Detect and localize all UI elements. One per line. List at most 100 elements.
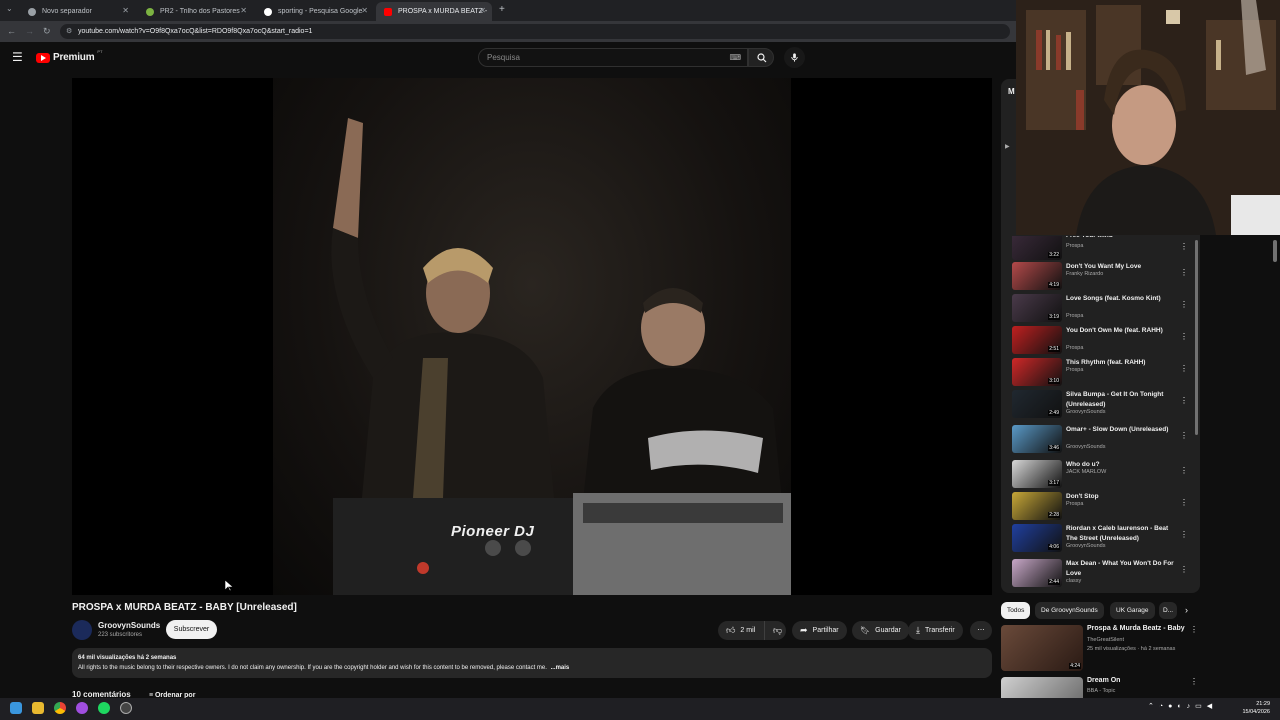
chip-de-groovynsounds[interactable]: De GroovynSounds (1035, 602, 1104, 619)
playlist-thumbnail[interactable]: 2:51 (1012, 326, 1062, 354)
taskbar-clock[interactable]: 21:29 15/04/2026 (1242, 700, 1270, 716)
like-button[interactable]: 👍︎ 2 mil (718, 621, 764, 640)
tray-icon[interactable]: ◔ (1159, 703, 1168, 710)
playlist-item[interactable]: 2:51 You Don't Own Me (feat. RAHH) Prospa ⋮ (1012, 326, 1188, 356)
chevron-right-icon[interactable]: › (1185, 605, 1188, 615)
playlist-thumbnail[interactable]: 4:06 (1012, 524, 1062, 552)
playlist-thumbnail[interactable]: 3:19 (1012, 294, 1062, 322)
share-button[interactable]: ➦ Partilhar (792, 621, 847, 640)
playlist-thumbnail[interactable]: 3:17 (1012, 460, 1062, 488)
playlist-scrollbar[interactable] (1195, 240, 1198, 435)
playlist-item[interactable]: 4:06 Riordan x Caleb laurenson - Beat The… (1012, 524, 1188, 554)
tab-youtube[interactable]: PROSPA x MURDA BEATZ - ✕ (376, 2, 492, 21)
save-button[interactable]: 🔖︎ Guardar (852, 621, 909, 640)
playlist-thumbnail[interactable]: 3:22 (1012, 236, 1062, 260)
chevron-up-icon[interactable]: ⌃ (1148, 703, 1159, 710)
mic-icon[interactable]: ♪ (1187, 703, 1196, 710)
chip-more[interactable]: D... (1159, 602, 1177, 619)
more-icon[interactable]: ⋮ (1180, 498, 1188, 507)
chip-todos[interactable]: Todos (1001, 602, 1031, 619)
recommendation-thumbnail[interactable]: 4:24 (1001, 625, 1083, 671)
close-icon[interactable]: ✕ (361, 6, 368, 15)
description-box[interactable]: 64 mil visualizações há 2 semanas All ri… (72, 648, 992, 678)
windows-start-icon[interactable] (10, 702, 22, 714)
more-icon[interactable]: ⋮ (1180, 565, 1188, 574)
tab-novo-separador[interactable]: Novo separador ✕ (20, 2, 135, 21)
messenger-icon[interactable] (76, 702, 88, 714)
more-icon[interactable]: ⋮ (1180, 332, 1188, 341)
more-icon[interactable]: ⋮ (1180, 431, 1188, 440)
playlist-item[interactable]: 3:19 Love Songs (feat. Kosmo Kint) Prospa ⋮ (1012, 294, 1188, 324)
forward-icon[interactable]: → (25, 26, 34, 36)
voice-search-button[interactable] (784, 47, 805, 68)
more-icon[interactable]: ⋮ (1180, 300, 1188, 309)
playlist-item[interactable]: 4:19 Don't You Want My Love Franky Rizardo… (1012, 262, 1188, 292)
more-icon[interactable]: ⋮ (1180, 396, 1188, 405)
volume-icon[interactable]: ◀ (1207, 703, 1217, 710)
url-field[interactable]: ⚙ youtube.com/watch?v=O9f8Qxa7ocQ&list=R… (60, 24, 1010, 39)
more-actions-button[interactable]: ⋯ (970, 621, 992, 640)
more-icon[interactable]: ⋮ (1190, 625, 1198, 634)
app-icon[interactable] (120, 702, 132, 714)
playlist-thumbnail[interactable]: 3:10 (1012, 358, 1062, 386)
spotify-icon[interactable] (98, 702, 110, 714)
page-scrollbar[interactable] (1273, 240, 1277, 262)
tab-sporting[interactable]: sporting - Pesquisa Google ✕ (256, 2, 374, 21)
more-icon[interactable]: ⋮ (1180, 364, 1188, 373)
playlist-item[interactable]: 3:22 Free Your Mind Prospa ⋮ (1012, 236, 1188, 260)
playlist-item[interactable]: 2:49 Silva Bumpa - Get It On Tonight (Unr… (1012, 390, 1188, 420)
channel-avatar[interactable] (72, 620, 92, 640)
subscribe-button[interactable]: Subscrever (166, 620, 217, 639)
reload-icon[interactable]: ↻ (43, 26, 51, 37)
more-icon[interactable]: ⋮ (1190, 677, 1198, 686)
playlist-thumbnail[interactable]: 4:19 (1012, 262, 1062, 290)
tray-icon[interactable]: ◐ (1177, 703, 1186, 710)
search-input[interactable]: Pesquisa ⌨ (478, 48, 748, 67)
video-player[interactable]: Pioneer DJ (72, 78, 992, 595)
playlist-expand-icon[interactable]: ▶ (1005, 143, 1010, 150)
tray-icon[interactable]: ● (1168, 703, 1177, 710)
video-frame[interactable]: Pioneer DJ (273, 78, 791, 595)
back-icon[interactable]: ← (7, 26, 16, 36)
dislike-button[interactable]: 👎︎ (764, 621, 786, 640)
playlist-item[interactable]: 2:44 Max Dean - What You Won't Do For Lov… (1012, 559, 1188, 589)
playlist-thumbnail[interactable]: 2:49 (1012, 390, 1062, 418)
youtube-logo[interactable]: Premium PT (36, 49, 103, 63)
more-icon[interactable]: ⋮ (1180, 268, 1188, 277)
download-button[interactable]: ⤓ Transferir (908, 621, 963, 640)
clock-date: 15/04/2026 (1242, 709, 1270, 715)
recommendation-thumbnail[interactable] (1001, 677, 1083, 698)
system-tray[interactable]: ⌃◔●◐♪▭◀ (1148, 702, 1217, 710)
close-icon[interactable]: ✕ (240, 6, 247, 15)
chrome-icon[interactable] (54, 702, 66, 714)
new-tab-icon[interactable]: + (499, 4, 505, 15)
network-icon[interactable]: ▭ (1195, 703, 1207, 710)
file-explorer-icon[interactable] (32, 702, 44, 714)
more-icon: ⋯ (977, 627, 985, 634)
tab-pr2[interactable]: PR2 - Trilho dos Pastores em V... ✕ (138, 2, 253, 21)
chip-uk-garage[interactable]: UK Garage (1110, 602, 1155, 619)
channel-name[interactable]: GroovynSounds (98, 621, 160, 630)
more-icon[interactable]: ⋮ (1180, 530, 1188, 539)
playlist-item[interactable]: 3:17 Who do u? JACK MARLOW ⋮ (1012, 460, 1188, 490)
playlist-item[interactable]: 2:28 Don't Stop Prospa ⋮ (1012, 492, 1188, 522)
tab-list-icon[interactable]: ⌄ (6, 4, 13, 13)
playlist-thumbnail[interactable]: 3:46 (1012, 425, 1062, 453)
close-icon[interactable]: ✕ (122, 6, 129, 15)
playlist-item[interactable]: 3:46 Omar+ - Slow Down (Unreleased) Groovy… (1012, 425, 1188, 455)
keyboard-icon[interactable]: ⌨ (729, 49, 741, 66)
recommendation-item[interactable]: Dream On BBA - Topic ⋮ (1001, 675, 1200, 698)
site-info-icon[interactable]: ⚙ (66, 24, 72, 39)
more-icon[interactable]: ⋮ (1180, 466, 1188, 475)
playlist-item[interactable]: 3:10 This Rhythm (feat. RAHH) Prospa ⋮ (1012, 358, 1188, 388)
duration-badge: 3:19 (1048, 314, 1060, 320)
playlist-thumbnail[interactable]: 2:28 (1012, 492, 1062, 520)
playlist-thumbnail[interactable]: 2:44 (1012, 559, 1062, 587)
more-link[interactable]: ...mais (551, 665, 570, 671)
menu-icon[interactable]: ☰ (12, 50, 23, 64)
recommendation-item[interactable]: 4:24 Prospa & Murda Beatz - Baby TheGrea… (1001, 623, 1200, 671)
more-icon[interactable]: ⋮ (1180, 242, 1188, 251)
playlist-item-artist: GroovynSounds (1066, 543, 1106, 549)
search-button[interactable] (748, 48, 774, 67)
close-icon[interactable]: ✕ (479, 6, 486, 15)
